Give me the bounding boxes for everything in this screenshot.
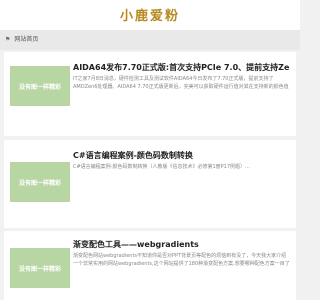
article-title[interactable]: C#语言编程案例-颜色码数制转换 bbox=[73, 150, 290, 161]
article-thumbnail[interactable]: 没有图一样精彩 bbox=[10, 66, 70, 106]
article-thumbnail[interactable]: 没有图一样精彩 bbox=[10, 248, 70, 288]
article-card: 没有图一样精彩 C#语言编程案例-颜色码数制转换 C#语言编程案例-颜色码数制转… bbox=[4, 140, 296, 228]
article-excerpt: IT之家7月8日消息，硬件检测工具及测试软件AIDA64今日发布了7.70正式版… bbox=[73, 76, 289, 90]
breadcrumb-home-link[interactable]: 网站首页 bbox=[14, 36, 38, 43]
article-card: 没有图一样精彩 AIDA64发布7.70正式版:首次支持PCIe 7.0、提前支… bbox=[4, 52, 296, 136]
article-thumbnail[interactable]: 没有图一样精彩 bbox=[10, 162, 70, 202]
article-title[interactable]: AIDA64发布7.70正式版:首次支持PCIe 7.0、提前支持Zen 6 bbox=[73, 62, 290, 73]
article-excerpt: 渐变配色网站webgradients不知道你是否对PPT背景页等配色的烦恼到有没… bbox=[73, 253, 290, 267]
article-card: 没有图一样精彩 渐变配色工具——webgradients 渐变配色网站webgr… bbox=[4, 231, 296, 300]
site-header: 小鹿爱粉 bbox=[0, 0, 300, 30]
site-logo[interactable]: 小鹿爱粉 bbox=[0, 5, 300, 27]
breadcrumb: ⚑ 网站首页 bbox=[0, 30, 300, 50]
home-icon: ⚑ bbox=[5, 36, 11, 43]
article-excerpt: C#语言编程案例-颜色码数制转换（人教版《信息技术》必修第1册P17例题）... bbox=[73, 164, 250, 170]
article-title[interactable]: 渐变配色工具——webgradients bbox=[73, 239, 290, 250]
